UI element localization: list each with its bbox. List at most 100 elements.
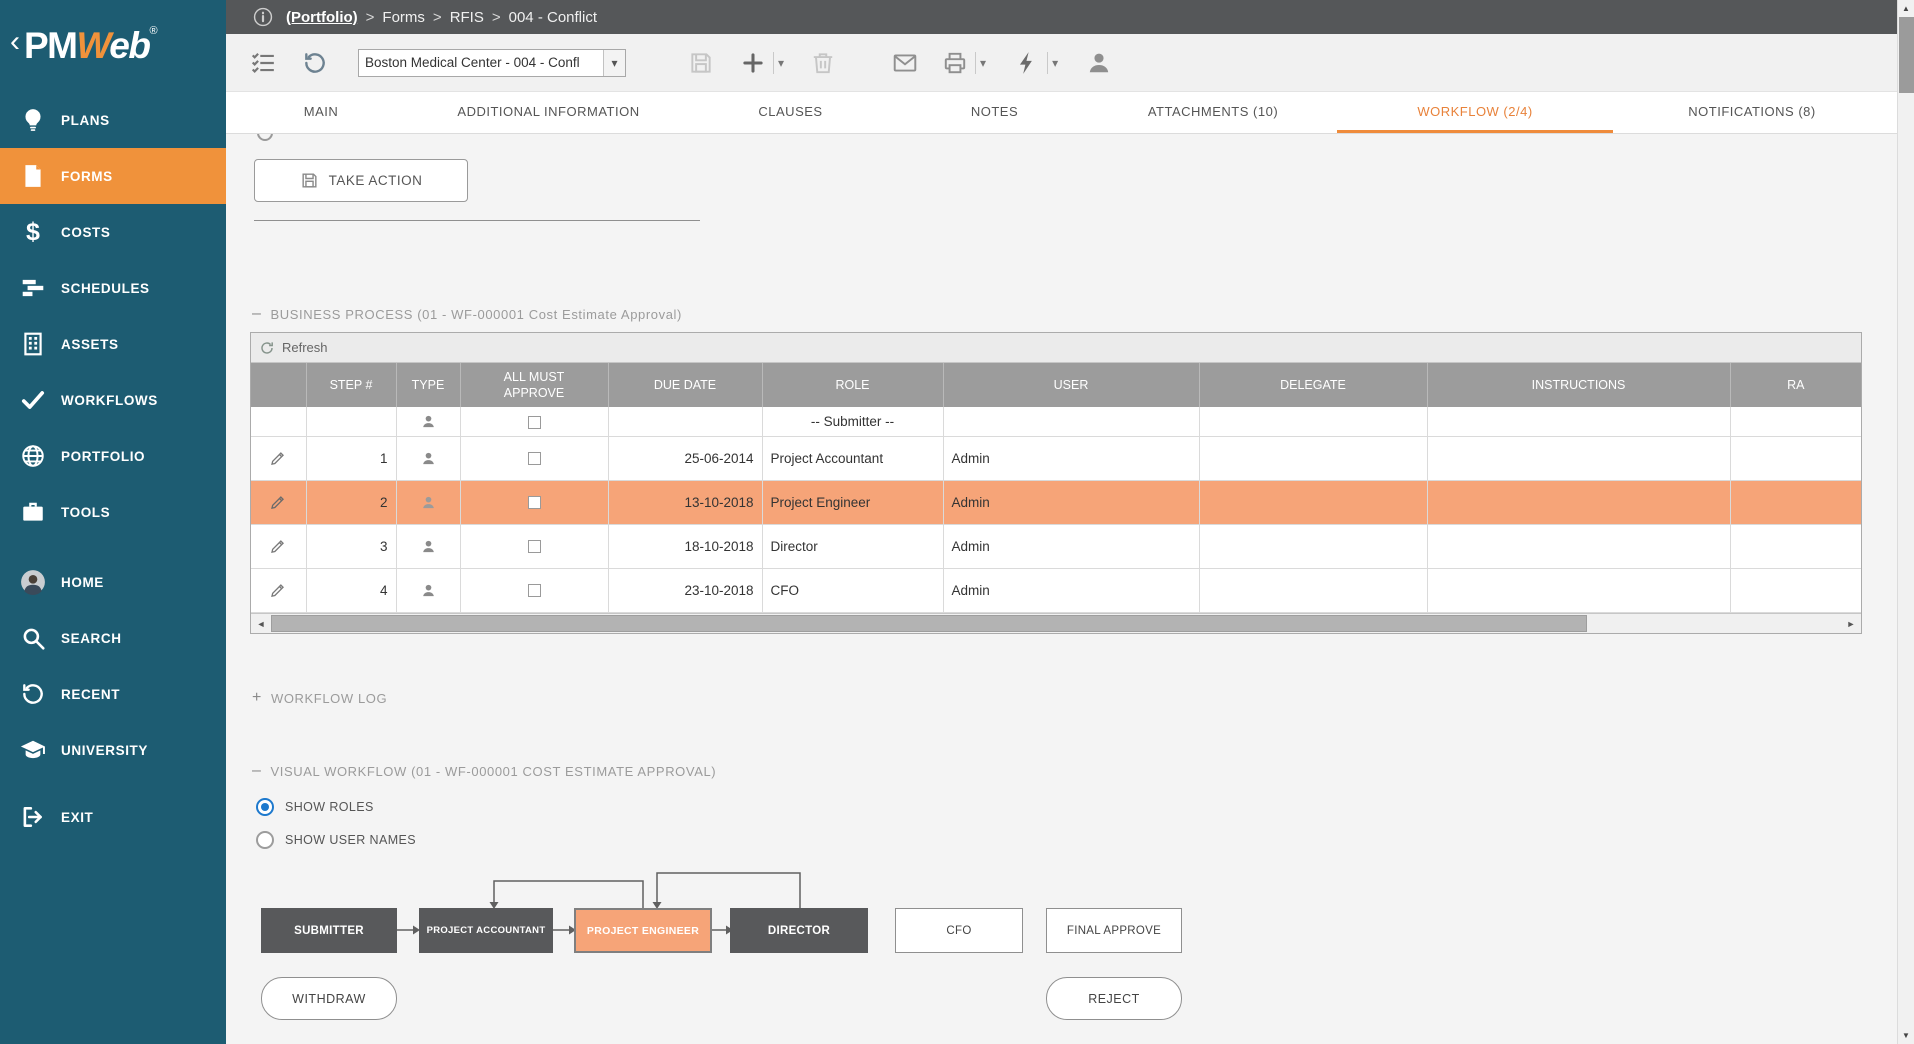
lightning-icon[interactable] [1014, 50, 1040, 76]
sidebar-item-home[interactable]: HOME [0, 554, 226, 610]
approve-checkbox[interactable] [528, 452, 541, 465]
sidebar-item-assets[interactable]: ASSETS [0, 316, 226, 372]
col-user[interactable]: USER [943, 363, 1199, 407]
workflow-node-cfo[interactable]: CFO [895, 908, 1023, 953]
approve-checkbox[interactable] [528, 496, 541, 509]
breadcrumb-portfolio-link[interactable]: (Portfolio) [286, 9, 358, 26]
edit-pencil-icon[interactable] [269, 537, 287, 555]
show-user-names-radio[interactable]: SHOW USER NAMES [256, 830, 416, 850]
sidebar-item-schedules[interactable]: SCHEDULES [0, 260, 226, 316]
col-rank[interactable]: RA [1730, 363, 1861, 407]
scroll-right-button[interactable]: ► [1841, 614, 1861, 633]
print-menu-caret-icon[interactable]: ▾ [975, 52, 990, 74]
sidebar-item-workflows[interactable]: WORKFLOWS [0, 372, 226, 428]
scroll-down-button[interactable]: ▼ [1898, 1027, 1914, 1044]
col-role[interactable]: ROLE [762, 363, 943, 407]
col-due-date[interactable]: DUE DATE [608, 363, 762, 407]
tab-notes[interactable]: NOTES [900, 92, 1089, 133]
sidebar-item-portfolio[interactable]: PORTFOLIO [0, 428, 226, 484]
collapse-icon[interactable]: – [252, 306, 262, 322]
table-row-step-4[interactable]: 4 23-10-2018 CFO Admin [251, 568, 1861, 612]
col-type[interactable]: TYPE [396, 363, 460, 407]
edit-pencil-icon[interactable] [269, 493, 287, 511]
add-icon[interactable] [740, 50, 766, 76]
trash-icon [810, 50, 836, 76]
actions-menu-caret-icon[interactable]: ▾ [1047, 52, 1062, 74]
col-delegate[interactable]: DELEGATE [1199, 363, 1427, 407]
user-icon[interactable] [1086, 50, 1112, 76]
sidebar-item-search[interactable]: SEARCH [0, 610, 226, 666]
add-menu-caret-icon[interactable]: ▾ [773, 52, 788, 74]
logo-pm: PM [24, 25, 77, 66]
sidebar-item-recent[interactable]: RECENT [0, 666, 226, 722]
reject-button[interactable]: REJECT [1046, 977, 1182, 1020]
scroll-up-button[interactable]: ▲ [1898, 0, 1914, 17]
show-roles-radio[interactable]: SHOW ROLES [256, 797, 374, 817]
tab-main[interactable]: MAIN [226, 92, 416, 133]
workflow-node-project-accountant[interactable]: PROJECT ACCOUNTANT [419, 908, 553, 953]
col-step[interactable]: STEP # [306, 363, 396, 407]
approve-checkbox[interactable] [528, 540, 541, 553]
sidebar-item-costs[interactable]: $ COSTS [0, 204, 226, 260]
logo-eb: eb [109, 25, 149, 66]
mail-icon[interactable] [892, 50, 918, 76]
building-icon [20, 331, 46, 357]
table-row-step-1[interactable]: 1 25-06-2014 Project Accountant Admin [251, 436, 1861, 480]
person-icon [420, 494, 437, 511]
workflow-log-section-header[interactable]: + WORKFLOW LOG [252, 690, 387, 706]
sidebar-item-label: SCHEDULES [61, 281, 150, 296]
sidebar-item-label: PLANS [61, 113, 110, 128]
tab-workflow[interactable]: WORKFLOW (2/4) [1337, 92, 1613, 133]
scroll-left-button[interactable]: ◄ [251, 614, 271, 633]
scrollbar-thumb[interactable] [1899, 17, 1914, 93]
sidebar-item-university[interactable]: UNIVERSITY [0, 722, 226, 778]
workflow-node-final-approve[interactable]: FINAL APPROVE [1046, 908, 1182, 953]
approve-checkbox[interactable] [528, 416, 541, 429]
globe-icon [20, 443, 46, 469]
record-selector[interactable]: Boston Medical Center - 004 - Confl ▾ [358, 49, 626, 77]
take-action-label: TAKE ACTION [329, 173, 423, 188]
checklist-icon[interactable] [250, 50, 276, 76]
take-action-button[interactable]: TAKE ACTION [254, 159, 468, 202]
info-icon[interactable] [252, 6, 274, 28]
table-row-submitter[interactable]: -- Submitter -- [251, 407, 1861, 436]
sidebar-collapse-button[interactable]: ‹ [10, 27, 20, 57]
sidebar-item-plans[interactable]: PLANS [0, 92, 226, 148]
tab-additional-information[interactable]: ADDITIONAL INFORMATION [416, 92, 681, 133]
sidebar-item-label: EXIT [61, 810, 93, 825]
person-icon [420, 582, 437, 599]
section-title: VISUAL WORKFLOW (01 - WF-000001 COST EST… [271, 764, 717, 779]
collapse-icon[interactable]: – [252, 763, 262, 779]
workflow-node-submitter[interactable]: SUBMITTER [261, 908, 397, 953]
printer-icon[interactable] [942, 50, 968, 76]
table-row-step-2-current[interactable]: 2 13-10-2018 Project Engineer Admin [251, 480, 1861, 524]
logout-icon [20, 804, 46, 830]
col-instructions[interactable]: INSTRUCTIONS [1427, 363, 1730, 407]
col-all-must-approve[interactable]: ALL MUST APPROVE [460, 363, 608, 407]
vertical-scrollbar[interactable]: ▲ ▼ [1897, 0, 1914, 1044]
workflow-node-director[interactable]: DIRECTOR [730, 908, 868, 953]
expand-icon[interactable]: + [252, 690, 262, 706]
chevron-down-icon[interactable]: ▾ [603, 50, 625, 76]
visual-workflow-section-header[interactable]: – VISUAL WORKFLOW (01 - WF-000001 COST E… [252, 763, 716, 779]
horizontal-scrollbar[interactable]: ◄ ► [251, 613, 1861, 633]
edit-pencil-icon[interactable] [269, 449, 287, 467]
sidebar-item-forms[interactable]: FORMS [0, 148, 226, 204]
refresh-button[interactable]: Refresh [251, 333, 1861, 363]
business-process-section-header[interactable]: – BUSINESS PROCESS (01 - WF-000001 Cost … [252, 306, 682, 322]
logo-row: ‹ PMWeb® [0, 0, 226, 92]
tab-attachments[interactable]: ATTACHMENTS (10) [1089, 92, 1337, 133]
table-row-step-3[interactable]: 3 18-10-2018 Director Admin [251, 524, 1861, 568]
scrollbar-track[interactable] [271, 614, 1841, 633]
edit-pencil-icon[interactable] [269, 581, 287, 599]
scrollbar-thumb[interactable] [271, 615, 1587, 632]
history-icon[interactable] [302, 50, 328, 76]
tab-notifications[interactable]: NOTIFICATIONS (8) [1613, 92, 1891, 133]
approve-checkbox[interactable] [528, 584, 541, 597]
workflow-node-project-engineer[interactable]: PROJECT ENGINEER [574, 908, 712, 953]
briefcase-icon [20, 499, 46, 525]
sidebar-item-tools[interactable]: TOOLS [0, 484, 226, 540]
tab-clauses[interactable]: CLAUSES [681, 92, 900, 133]
sidebar-item-exit[interactable]: EXIT [0, 789, 226, 845]
withdraw-button[interactable]: WITHDRAW [261, 977, 397, 1020]
